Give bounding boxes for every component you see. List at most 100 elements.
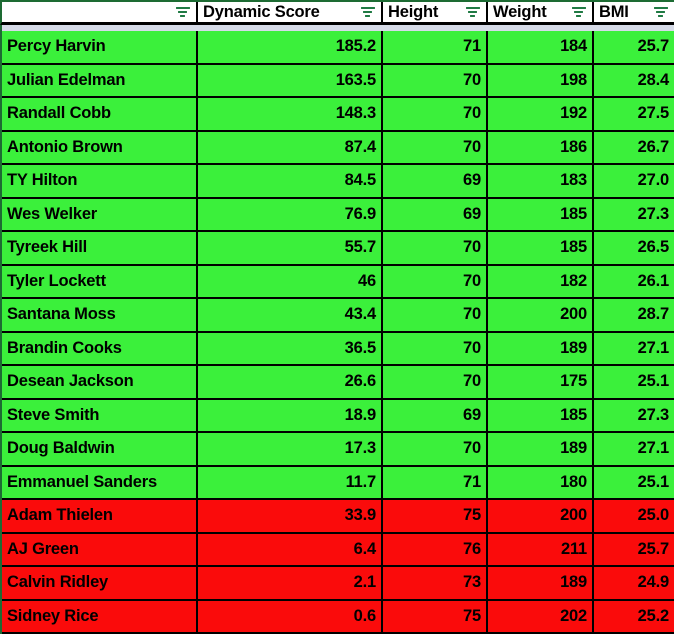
cell-score[interactable]: 6.4 [198,533,383,565]
cell-score[interactable]: 18.9 [198,399,383,431]
cell-weight[interactable]: 185 [488,198,594,230]
cell-score[interactable]: 33.9 [198,500,383,532]
table-row[interactable]: Steve Smith 18.9 69 185 27.3 [2,399,674,433]
cell-bmi[interactable]: 25.2 [594,601,674,633]
cell-weight[interactable]: 185 [488,232,594,264]
column-header-name[interactable] [2,2,198,22]
filter-icon[interactable] [653,5,668,19]
table-row[interactable]: Julian Edelman 163.5 70 198 28.4 [2,64,674,98]
cell-height[interactable]: 70 [383,299,488,331]
cell-name[interactable]: Randall Cobb [2,98,198,130]
cell-bmi[interactable]: 25.1 [594,467,674,499]
cell-name[interactable]: AJ Green [2,533,198,565]
cell-name[interactable]: Antonio Brown [2,131,198,163]
cell-height[interactable]: 69 [383,198,488,230]
column-header-score[interactable]: Dynamic Score [198,2,383,22]
table-row[interactable]: Tyler Lockett 46 70 182 26.1 [2,265,674,299]
cell-score[interactable]: 17.3 [198,433,383,465]
cell-score[interactable]: 185.2 [198,31,383,63]
cell-score[interactable]: 2.1 [198,567,383,599]
cell-name[interactable]: Tyreek Hill [2,232,198,264]
cell-height[interactable]: 70 [383,433,488,465]
column-header-bmi[interactable]: BMI [594,2,674,22]
table-row[interactable]: Randall Cobb 148.3 70 192 27.5 [2,98,674,132]
cell-bmi[interactable]: 27.1 [594,433,674,465]
column-header-weight[interactable]: Weight [488,2,594,22]
cell-name[interactable]: Desean Jackson [2,366,198,398]
cell-bmi[interactable]: 28.4 [594,65,674,97]
cell-score[interactable]: 163.5 [198,64,383,96]
cell-height[interactable]: 70 [383,332,488,364]
cell-bmi[interactable]: 27.0 [594,165,674,197]
cell-weight[interactable]: 182 [488,265,594,297]
table-row[interactable]: Santana Moss 43.4 70 200 28.7 [2,299,674,333]
cell-height[interactable]: 70 [383,265,488,297]
cell-weight[interactable]: 186 [488,131,594,163]
cell-weight[interactable]: 200 [488,500,594,532]
cell-weight[interactable]: 198 [488,64,594,96]
cell-score[interactable]: 26.6 [198,366,383,398]
cell-score[interactable]: 46 [198,265,383,297]
cell-bmi[interactable]: 27.3 [594,199,674,231]
cell-height[interactable]: 70 [383,98,488,130]
cell-name[interactable]: Wes Welker [2,198,198,230]
table-row[interactable]: Antonio Brown 87.4 70 186 26.7 [2,131,674,165]
cell-score[interactable]: 76.9 [198,198,383,230]
table-row[interactable]: Desean Jackson 26.6 70 175 25.1 [2,366,674,400]
cell-bmi[interactable]: 25.0 [594,500,674,532]
cell-bmi[interactable]: 25.7 [594,31,674,63]
cell-height[interactable]: 69 [383,399,488,431]
cell-height[interactable]: 70 [383,131,488,163]
cell-bmi[interactable]: 27.3 [594,400,674,432]
table-row[interactable]: Adam Thielen 33.9 75 200 25.0 [2,500,674,534]
cell-weight[interactable]: 183 [488,165,594,197]
cell-height[interactable]: 75 [383,500,488,532]
cell-name[interactable]: Brandin Cooks [2,332,198,364]
cell-height[interactable]: 70 [383,232,488,264]
cell-weight[interactable]: 185 [488,399,594,431]
filter-icon[interactable] [465,5,480,19]
table-row[interactable]: Wes Welker 76.9 69 185 27.3 [2,198,674,232]
table-row[interactable]: Calvin Ridley 2.1 73 189 24.9 [2,567,674,601]
cell-weight[interactable]: 192 [488,98,594,130]
cell-name[interactable]: Steve Smith [2,399,198,431]
cell-name[interactable]: Calvin Ridley [2,567,198,599]
cell-bmi[interactable]: 27.5 [594,98,674,130]
cell-weight[interactable]: 211 [488,533,594,565]
column-header-height[interactable]: Height [383,2,488,22]
cell-name[interactable]: Percy Harvin [2,31,198,63]
cell-name[interactable]: TY Hilton [2,165,198,197]
filter-icon[interactable] [360,5,375,19]
cell-score[interactable]: 43.4 [198,299,383,331]
cell-weight[interactable]: 184 [488,31,594,63]
table-row[interactable]: TY Hilton 84.5 69 183 27.0 [2,165,674,199]
cell-score[interactable]: 36.5 [198,332,383,364]
cell-bmi[interactable]: 27.1 [594,333,674,365]
cell-name[interactable]: Emmanuel Sanders [2,466,198,498]
cell-weight[interactable]: 189 [488,332,594,364]
filter-icon[interactable] [175,5,190,19]
cell-score[interactable]: 148.3 [198,98,383,130]
cell-height[interactable]: 76 [383,533,488,565]
cell-height[interactable]: 70 [383,366,488,398]
cell-name[interactable]: Doug Baldwin [2,433,198,465]
cell-name[interactable]: Julian Edelman [2,64,198,96]
cell-height[interactable]: 69 [383,165,488,197]
cell-bmi[interactable]: 24.9 [594,567,674,599]
cell-bmi[interactable]: 25.7 [594,534,674,566]
cell-score[interactable]: 0.6 [198,600,383,632]
cell-weight[interactable]: 202 [488,600,594,632]
cell-name[interactable]: Santana Moss [2,299,198,331]
cell-weight[interactable]: 189 [488,433,594,465]
cell-score[interactable]: 55.7 [198,232,383,264]
cell-score[interactable]: 11.7 [198,466,383,498]
table-row[interactable]: Emmanuel Sanders 11.7 71 180 25.1 [2,466,674,500]
cell-weight[interactable]: 175 [488,366,594,398]
cell-score[interactable]: 84.5 [198,165,383,197]
cell-weight[interactable]: 189 [488,567,594,599]
cell-bmi[interactable]: 25.1 [594,366,674,398]
cell-weight[interactable]: 180 [488,466,594,498]
cell-score[interactable]: 87.4 [198,131,383,163]
cell-height[interactable]: 71 [383,31,488,63]
cell-height[interactable]: 71 [383,466,488,498]
